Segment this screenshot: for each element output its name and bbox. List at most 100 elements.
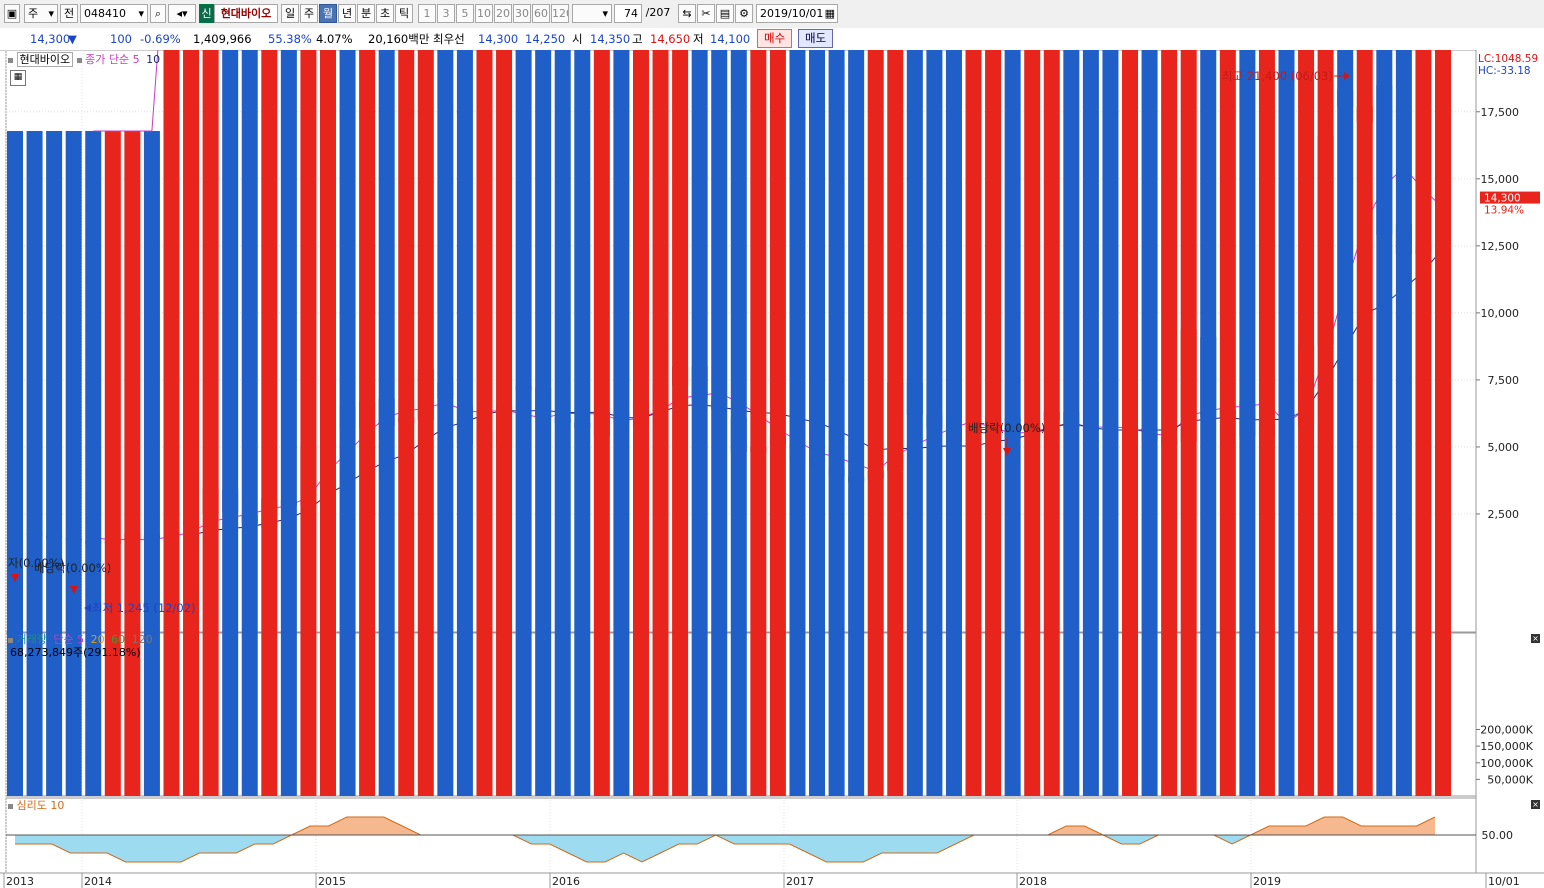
- calendar-icon: ▦: [824, 7, 835, 20]
- stock-chart[interactable]: 20,00017,50015,00012,50010,0007,5005,000…: [0, 50, 1544, 888]
- volume-legend-ma[interactable]: 단순: [53, 633, 73, 646]
- volume-bar: [1200, 50, 1217, 796]
- turnover-ratio: 4.07%: [316, 32, 353, 46]
- period-button[interactable]: 초: [376, 4, 394, 23]
- volume-bar: [398, 50, 415, 796]
- volume-bar: [1161, 50, 1178, 796]
- volume-legend-name[interactable]: 거래량: [17, 633, 47, 646]
- volume-bar: [828, 50, 845, 796]
- count-total: /207: [645, 6, 671, 19]
- search-icon[interactable]: ⌕: [150, 4, 166, 23]
- volume-bar: [926, 50, 943, 796]
- volume-bar: [672, 50, 689, 796]
- volume-bar: [535, 50, 552, 796]
- volume-bar: [183, 50, 200, 796]
- interval-button[interactable]: 30: [513, 4, 531, 23]
- window-menu-icon[interactable]: ▣: [4, 4, 20, 23]
- close-icon[interactable]: ×: [1531, 634, 1540, 643]
- chevron-down-icon: ▾: [602, 7, 608, 20]
- date-input[interactable]: 2019/10/01 ▦: [756, 4, 838, 23]
- volume-bar: [809, 50, 826, 796]
- volume-bar: [750, 50, 767, 796]
- price-tick-label: 5,000: [1488, 441, 1520, 454]
- price-change-pct: -0.69%: [140, 32, 181, 46]
- save-icon[interactable]: ▤: [716, 4, 734, 23]
- x-axis-label: 2015: [318, 875, 346, 888]
- volume-bar: [1063, 50, 1080, 796]
- prev-button[interactable]: 전: [60, 4, 78, 23]
- open-price: 14,350: [590, 32, 631, 46]
- volume-bar: [1435, 50, 1451, 796]
- gear-icon[interactable]: ⚙: [735, 4, 753, 23]
- price-tick-label: 10,000: [1481, 307, 1520, 320]
- x-axis-bg: [0, 873, 1544, 888]
- buy-button[interactable]: 매수: [757, 29, 793, 48]
- volume-total-label: 68,273,849주(291.18%): [10, 646, 141, 659]
- price-legend-name[interactable]: 현대바이오: [16, 52, 74, 67]
- close-icon[interactable]: ×: [1531, 800, 1540, 809]
- price-legend: 현대바이오 종가 단순 5 10: [8, 52, 161, 67]
- volume-ratio: 55.38%: [268, 32, 312, 46]
- volume-bar: [1102, 50, 1119, 796]
- volume-bar: [1376, 50, 1393, 796]
- low-label: 저: [693, 32, 704, 46]
- table-icon[interactable]: ▦: [10, 70, 26, 86]
- x-axis-label: 2016: [552, 875, 580, 888]
- count-input[interactable]: 74: [614, 4, 642, 23]
- period-button[interactable]: 년: [338, 4, 356, 23]
- period-button[interactable]: 월: [319, 4, 337, 23]
- volume-bar: [1356, 50, 1373, 796]
- price-legend-ma10: 10: [146, 53, 161, 66]
- volume-bar: [711, 50, 728, 796]
- interval-button[interactable]: 3: [437, 4, 455, 23]
- volume-tick-label: 50,000K: [1487, 773, 1533, 786]
- volume-bar: [46, 131, 63, 796]
- dividend-annotation: 배당락(0.00%): [968, 421, 1045, 435]
- toolbar: ▣ 주 ▾ 전 048410 ▾ ⌕ ◂▾ 신 현대바이오 일주월년분초틱 1351…: [0, 0, 1544, 29]
- volume-tick-label: 100,000K: [1480, 757, 1533, 770]
- volume-bar: [1337, 50, 1354, 796]
- volume-bar: [319, 50, 336, 796]
- stock-code-input[interactable]: 048410 ▾: [80, 4, 148, 23]
- volume-bar: [437, 50, 454, 796]
- period-button[interactable]: 틱: [395, 4, 413, 23]
- volume-bar: [906, 50, 923, 796]
- sell-button[interactable]: 매도: [798, 29, 834, 48]
- volume-bar: [593, 50, 610, 796]
- interval-button[interactable]: 20: [494, 4, 512, 23]
- volume-legend-ma5: 5: [77, 633, 85, 646]
- legend-square-icon: [76, 57, 82, 63]
- interval-button[interactable]: 60: [532, 4, 550, 23]
- price-tick-label: 17,500: [1481, 106, 1520, 119]
- period-button[interactable]: 일: [281, 4, 299, 23]
- current-price-tag: 14,300: [1484, 193, 1521, 205]
- speaker-icon[interactable]: ◂▾: [168, 4, 196, 23]
- period-button[interactable]: 주: [300, 4, 318, 23]
- interval-dropdown[interactable]: ▾: [572, 4, 612, 23]
- chart-type-select[interactable]: 주 ▾: [24, 4, 58, 23]
- chevron-down-icon: ▾: [48, 7, 54, 20]
- interval-button[interactable]: 10: [475, 4, 493, 23]
- volume-bar: [456, 50, 473, 796]
- volume-bar: [85, 131, 102, 796]
- period-button[interactable]: 분: [357, 4, 375, 23]
- cut-icon[interactable]: ✂: [697, 4, 715, 23]
- price-legend-ma[interactable]: 종가 단순: [85, 53, 129, 66]
- volume-bar: [848, 50, 865, 796]
- volume-legend-ma20: 20: [90, 633, 105, 646]
- scroll-icon[interactable]: ⇆: [678, 4, 696, 23]
- interval-button[interactable]: 120: [551, 4, 569, 23]
- volume-tick-label: 200,000K: [1480, 724, 1533, 737]
- interval-button[interactable]: 5: [456, 4, 474, 23]
- volume-bar: [124, 131, 141, 796]
- psych-legend-label[interactable]: 심리도 10: [17, 799, 65, 812]
- psych-legend: 심리도 10: [8, 799, 64, 813]
- high-price: 14,650: [650, 32, 691, 46]
- volume-bar: [300, 50, 317, 796]
- volume-bar: [652, 50, 669, 796]
- low-price: 14,100: [710, 32, 751, 46]
- interval-button[interactable]: 1: [418, 4, 436, 23]
- stock-name: 현대바이오: [214, 4, 278, 23]
- volume-bar: [104, 131, 121, 796]
- volume-bar: [945, 50, 962, 796]
